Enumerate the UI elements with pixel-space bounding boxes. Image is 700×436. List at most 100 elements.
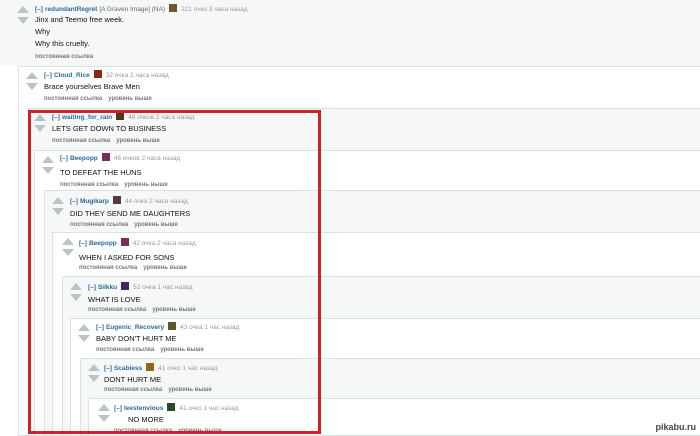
collapse-toggle[interactable]: [–]	[96, 324, 104, 331]
avatar-icon	[93, 70, 102, 78]
downvote-arrow-icon[interactable]	[98, 415, 110, 422]
username-link[interactable]: Silkku	[98, 284, 117, 291]
comment-tagline: [–] Silkku 52 очка 1 час назад	[88, 282, 192, 292]
comment-action-links: постоянная ссылка уровень выше	[96, 346, 210, 354]
upvote-arrow-icon[interactable]	[26, 72, 38, 79]
comment-action-links: постоянная ссылка уровень выше	[52, 137, 166, 145]
permalink-link[interactable]: постоянная ссылка	[44, 96, 102, 102]
collapse-toggle[interactable]: [–]	[70, 198, 78, 205]
username-link[interactable]: Cloud_Rice	[54, 72, 90, 79]
comment-tagline: [–] Mugikarp 44 очка 2 часа назад	[70, 196, 188, 206]
collapse-toggle[interactable]: [–]	[88, 284, 96, 291]
vote-controls	[88, 364, 100, 382]
downvote-arrow-icon[interactable]	[17, 17, 29, 24]
collapse-toggle[interactable]: [–]	[104, 365, 112, 372]
score-and-time: 32 очка 2 часа назад	[105, 72, 169, 79]
permalink-link[interactable]: постоянная ссылка	[70, 222, 128, 228]
vote-controls	[78, 324, 90, 342]
comment-tagline: [–] redundantRegret [A Graven Image] (NA) 2…	[35, 4, 248, 14]
comment-body: TO DEFEAT THE HUNS	[60, 167, 142, 178]
comment-text-line: DONT HURT ME	[104, 375, 162, 384]
vote-controls	[98, 404, 110, 422]
avatar-icon	[116, 112, 125, 120]
comment-text-line: TO DEFEAT THE HUNS	[60, 168, 142, 177]
vote-controls	[52, 197, 64, 215]
comment-text-line: NO MORE	[128, 415, 164, 424]
comment-text-line: WHEN I ASKED FOR SONS	[79, 253, 175, 262]
comment-tagline: [–] leestenvious 41 очко 1 час назад	[114, 403, 239, 413]
permalink-link[interactable]: постоянная ссылка	[52, 138, 110, 144]
upvote-arrow-icon[interactable]	[42, 156, 54, 163]
parent-link[interactable]: уровень выше	[152, 307, 196, 313]
comment-tagline: [–] Cloud_Rice 32 очка 2 часа назад	[44, 70, 169, 80]
comment-body: Brace yourselves Brave Men	[44, 81, 140, 92]
comment-body: WHAT IS LOVE	[88, 294, 141, 305]
comment-body: NO MORE	[128, 414, 164, 425]
permalink-link[interactable]: постоянная ссылка	[104, 387, 162, 393]
downvote-arrow-icon[interactable]	[62, 249, 74, 256]
username-link[interactable]: Mugikarp	[80, 198, 109, 205]
parent-link[interactable]: уровень выше	[124, 182, 168, 188]
permalink-link[interactable]: постоянная ссылка	[79, 265, 137, 271]
collapse-toggle[interactable]: [–]	[44, 72, 52, 79]
parent-link[interactable]: уровень выше	[108, 96, 152, 102]
upvote-arrow-icon[interactable]	[70, 283, 82, 290]
score-and-time: 41 очко 1 час назад	[158, 365, 218, 372]
parent-link[interactable]: уровень выше	[168, 387, 212, 393]
username-link[interactable]: Beepopp	[89, 240, 117, 247]
parent-link[interactable]: уровень выше	[134, 222, 178, 228]
upvote-arrow-icon[interactable]	[88, 364, 100, 371]
parent-link[interactable]: уровень выше	[116, 138, 160, 144]
comment-text-line: WHAT IS LOVE	[88, 295, 141, 304]
username-link[interactable]: waiting_for_rain	[62, 114, 112, 121]
downvote-arrow-icon[interactable]	[26, 83, 38, 90]
parent-link[interactable]: уровень выше	[160, 347, 204, 353]
username-link[interactable]: leestenvious	[124, 405, 163, 412]
permalink-link[interactable]: постоянная ссылка	[60, 182, 118, 188]
score-and-time: 48 очков 2 часа назад	[128, 114, 195, 121]
comment-text-line: LETS GET DOWN TO BUSINESS	[52, 124, 167, 133]
upvote-arrow-icon[interactable]	[52, 197, 64, 204]
collapse-toggle[interactable]: [–]	[60, 155, 68, 162]
downvote-arrow-icon[interactable]	[34, 125, 46, 132]
permalink-link[interactable]: постоянная ссылка	[35, 54, 93, 60]
comment-tagline: [–] Eugenic_Recovery 43 очка 1 час назад	[96, 322, 239, 332]
parent-link[interactable]: уровень выше	[143, 265, 187, 271]
downvote-arrow-icon[interactable]	[78, 335, 90, 342]
score-and-time: 221 очко 3 часа назад	[181, 6, 248, 13]
comment-action-links: постоянная ссылка уровень выше	[88, 306, 202, 314]
downvote-arrow-icon[interactable]	[52, 208, 64, 215]
collapse-toggle[interactable]: [–]	[52, 114, 60, 121]
upvote-arrow-icon[interactable]	[34, 114, 46, 121]
avatar-icon	[169, 4, 178, 12]
vote-controls	[70, 283, 82, 301]
comment-body: WHEN I ASKED FOR SONS	[79, 252, 174, 263]
score-and-time: 41 очко 1 час назад	[179, 405, 239, 412]
comment-body: DONT HURT ME	[104, 374, 161, 385]
permalink-link[interactable]: постоянная ссылка	[114, 428, 172, 434]
downvote-arrow-icon[interactable]	[70, 294, 82, 301]
collapse-toggle[interactable]: [–]	[114, 405, 122, 412]
username-link[interactable]: Scabiess	[114, 365, 142, 372]
vote-controls	[17, 6, 29, 24]
downvote-arrow-icon[interactable]	[42, 167, 54, 174]
username-link[interactable]: Eugenic_Recovery	[106, 324, 164, 331]
permalink-link[interactable]: постоянная ссылка	[88, 307, 146, 313]
permalink-link[interactable]: постоянная ссылка	[96, 347, 154, 353]
vote-controls	[26, 72, 38, 90]
username-link[interactable]: Beepopp	[70, 155, 98, 162]
upvote-arrow-icon[interactable]	[17, 6, 29, 13]
username-link[interactable]: redundantRegret	[45, 6, 97, 13]
parent-link[interactable]: уровень выше	[178, 428, 222, 434]
upvote-arrow-icon[interactable]	[98, 404, 110, 411]
avatar-icon	[112, 196, 121, 204]
comment-action-links: постоянная ссылка	[35, 53, 99, 61]
score-and-time: 42 очка 2 часа назад	[132, 240, 196, 247]
user-flair: [A Graven Image] (NA)	[99, 6, 166, 13]
upvote-arrow-icon[interactable]	[62, 238, 74, 245]
upvote-arrow-icon[interactable]	[78, 324, 90, 331]
downvote-arrow-icon[interactable]	[88, 375, 100, 382]
collapse-toggle[interactable]: [–]	[35, 6, 43, 13]
score-and-time: 43 очка 1 час назад	[180, 324, 240, 331]
collapse-toggle[interactable]: [–]	[79, 240, 87, 247]
